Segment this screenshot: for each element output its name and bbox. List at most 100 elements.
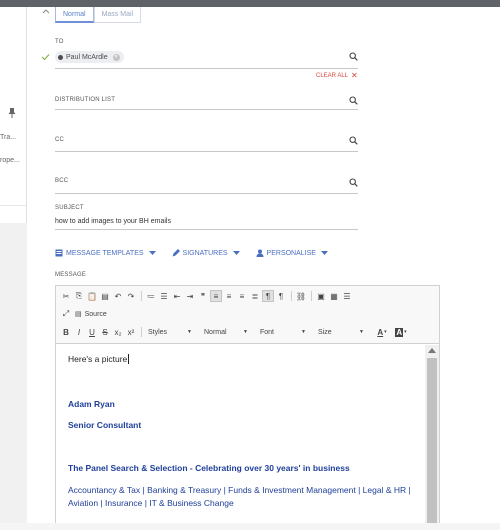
search-icon[interactable] bbox=[349, 178, 358, 187]
scroll-up-icon[interactable] bbox=[428, 348, 436, 353]
pen-icon bbox=[172, 249, 180, 257]
scrollbar-thumb[interactable] bbox=[427, 358, 437, 530]
source-button[interactable]: ▤ Source bbox=[75, 308, 107, 320]
distribution-list-input[interactable] bbox=[55, 109, 358, 110]
bcc-input[interactable] bbox=[55, 193, 358, 194]
personalise-menu[interactable]: PERSONALISE bbox=[256, 249, 328, 257]
editor-toolbar: ✂ ⎘ 📋 ▤ ↶ ↷ ≔ ☰ ⇤ ⇥ ❞ ≡ ≡ ≡ ≣ ¶ ¶ ⛓ ▣ ▦ … bbox=[56, 286, 439, 344]
pin-icon[interactable] bbox=[8, 108, 16, 118]
clear-all-button[interactable]: CLEAR ALL ✕ bbox=[316, 71, 358, 80]
bold-icon[interactable]: B bbox=[60, 326, 72, 338]
text-direction-ltr-icon[interactable]: ¶ bbox=[262, 290, 274, 302]
source-label: Source bbox=[84, 310, 107, 318]
redo-icon[interactable]: ↷ bbox=[125, 290, 137, 302]
format-dropdown[interactable]: Normal ▼ bbox=[201, 326, 251, 338]
format-value: Normal bbox=[204, 328, 227, 336]
background-color-icon[interactable]: A ▾ bbox=[392, 326, 410, 338]
font-value: Font bbox=[260, 328, 275, 336]
subject-label: SUBJECT bbox=[55, 205, 84, 211]
indent-icon[interactable]: ⇥ bbox=[184, 290, 196, 302]
justify-icon[interactable]: ≣ bbox=[249, 290, 261, 302]
to-input[interactable] bbox=[55, 68, 358, 69]
strikethrough-icon[interactable]: S bbox=[99, 326, 111, 338]
superscript-icon[interactable]: x² bbox=[125, 326, 137, 338]
numbered-list-icon[interactable]: ≔ bbox=[145, 290, 157, 302]
signature-name: Adam Ryan bbox=[68, 399, 115, 409]
bcc-label: BCC bbox=[55, 178, 69, 184]
caret-down-icon bbox=[148, 251, 156, 255]
italic-icon[interactable]: I bbox=[73, 326, 85, 338]
mode-mass-mail-button[interactable]: Mass Mail bbox=[93, 7, 142, 23]
signatures-menu[interactable]: SIGNATURES bbox=[172, 249, 240, 257]
signature-practices: Accountancy & Tax | Banking & Treasury |… bbox=[68, 485, 411, 495]
undo-icon[interactable]: ↶ bbox=[112, 290, 124, 302]
template-icon bbox=[55, 249, 63, 257]
message-editor: ✂ ⎘ 📋 ▤ ↶ ↷ ≔ ☰ ⇤ ⇥ ❞ ≡ ≡ ≡ ≣ ¶ ¶ ⛓ ▣ ▦ … bbox=[55, 285, 440, 530]
paste-icon[interactable]: 📋 bbox=[86, 290, 98, 302]
size-dropdown[interactable]: Size ▼ bbox=[315, 326, 367, 338]
text-direction-rtl-icon[interactable]: ¶ bbox=[275, 290, 287, 302]
top-bar bbox=[0, 0, 500, 7]
align-right-icon[interactable]: ≡ bbox=[236, 290, 248, 302]
toolbar-row-2: ⤢ ▤ Source bbox=[60, 307, 108, 321]
recipient-name: Paul McArdle bbox=[66, 53, 108, 61]
body-text-line: Here's a picture bbox=[68, 354, 130, 364]
cc-input[interactable] bbox=[55, 151, 358, 152]
text-cursor bbox=[128, 354, 130, 364]
editor-content[interactable]: Here's a picture Adam Ryan Senior Consul… bbox=[56, 345, 424, 530]
search-icon[interactable] bbox=[349, 52, 358, 61]
subject-input[interactable]: how to add images to your BH emails bbox=[55, 218, 171, 225]
message-templates-menu[interactable]: MESSAGE TEMPLATES bbox=[55, 249, 156, 257]
toolbar-divider bbox=[311, 291, 312, 301]
signature-practices: Aviation | Insurance | IT & Business Cha… bbox=[68, 498, 234, 508]
signatures-label: SIGNATURES bbox=[182, 249, 228, 257]
maximize-icon[interactable]: ⤢ bbox=[60, 308, 72, 320]
message-templates-label: MESSAGE TEMPLATES bbox=[66, 249, 144, 257]
subject-underline bbox=[55, 229, 358, 230]
copy-icon[interactable]: ⎘ bbox=[73, 290, 85, 302]
toolbar-divider bbox=[291, 291, 292, 301]
search-icon[interactable] bbox=[349, 96, 358, 105]
blockquote-icon[interactable]: ❞ bbox=[197, 290, 209, 302]
left-pane: Tra... rope... bbox=[0, 7, 27, 530]
mode-normal-button[interactable]: Normal bbox=[55, 7, 94, 23]
close-icon: ✕ bbox=[351, 71, 358, 80]
table-icon[interactable]: ▦ bbox=[328, 290, 340, 302]
remove-recipient-icon[interactable]: ✕ bbox=[112, 53, 120, 61]
toolbar-row-1: ✂ ⎘ 📋 ▤ ↶ ↷ ≔ ☰ ⇤ ⇥ ❞ ≡ ≡ ≡ ≣ ¶ ¶ ⛓ ▣ ▦ … bbox=[60, 289, 354, 303]
mode-toggle: Normal Mass Mail bbox=[55, 7, 142, 23]
signature-company: The Panel Search & Selection - Celebrati… bbox=[68, 463, 350, 473]
styles-value: Styles bbox=[148, 328, 168, 336]
image-icon[interactable]: ▣ bbox=[315, 290, 327, 302]
bulleted-list-icon[interactable]: ☰ bbox=[158, 290, 170, 302]
left-pane-item[interactable]: Tra... bbox=[0, 134, 26, 141]
bottom-strip bbox=[0, 523, 500, 530]
dropdown-arrow-icon: ▼ bbox=[359, 329, 364, 335]
align-center-icon[interactable]: ≡ bbox=[223, 290, 235, 302]
dropdown-arrow-icon: ▼ bbox=[243, 329, 248, 335]
styles-dropdown[interactable]: Styles ▼ bbox=[145, 326, 195, 338]
link-icon[interactable]: ⛓ bbox=[295, 290, 307, 302]
toolbar-divider bbox=[141, 291, 142, 301]
left-pane-item[interactable]: rope... bbox=[0, 157, 26, 164]
text-color-icon[interactable]: A ▾ bbox=[373, 326, 391, 338]
dropdown-arrow-icon: ▼ bbox=[301, 329, 306, 335]
size-value: Size bbox=[318, 328, 332, 336]
search-icon[interactable] bbox=[349, 136, 358, 145]
chevron-up-icon[interactable] bbox=[41, 8, 51, 16]
personalise-label: PERSONALISE bbox=[266, 249, 316, 257]
cut-icon[interactable]: ✂ bbox=[60, 290, 72, 302]
person-icon bbox=[256, 249, 264, 257]
font-dropdown[interactable]: Font ▼ bbox=[257, 326, 309, 338]
recipient-chip[interactable]: Paul McArdle ✕ bbox=[55, 51, 124, 63]
align-left-icon[interactable]: ≡ bbox=[210, 290, 222, 302]
subscript-icon[interactable]: x₂ bbox=[112, 326, 124, 338]
paste-text-icon[interactable]: ▤ bbox=[99, 290, 111, 302]
underline-icon[interactable]: U bbox=[86, 326, 98, 338]
check-icon bbox=[41, 54, 50, 61]
horizontal-line-icon[interactable]: ☰ bbox=[341, 290, 353, 302]
editor-scrollbar[interactable] bbox=[425, 345, 439, 530]
outdent-icon[interactable]: ⇤ bbox=[171, 290, 183, 302]
compose-menus: MESSAGE TEMPLATES SIGNATURES PERSONALISE bbox=[55, 249, 344, 257]
message-label: MESSAGE bbox=[55, 272, 87, 278]
